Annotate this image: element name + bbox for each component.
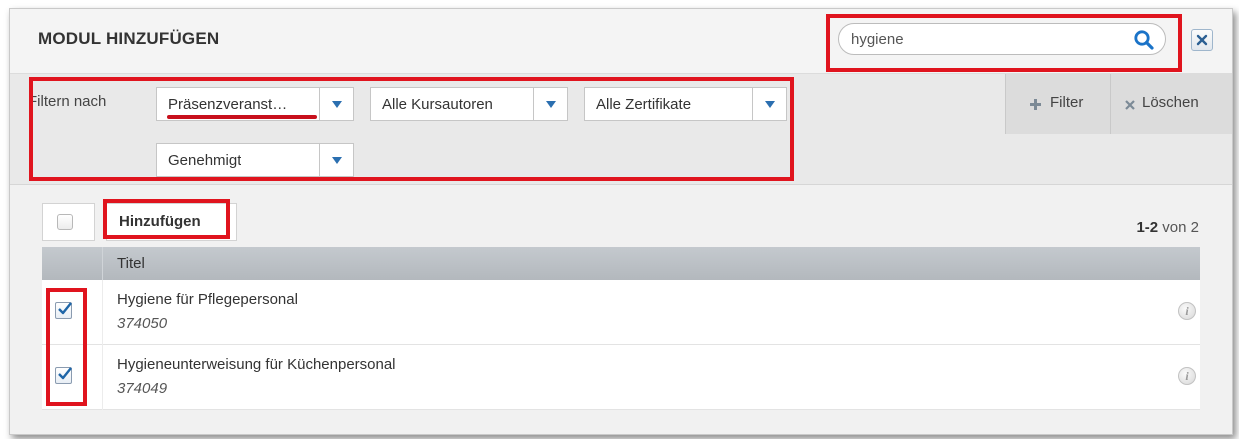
chevron-down-icon xyxy=(319,144,353,176)
certificates-select[interactable]: Alle Zertifikate xyxy=(584,87,787,121)
certificates-value: Alle Zertifikate xyxy=(596,96,692,113)
clear-filters-button[interactable]: Löschen xyxy=(1111,74,1232,134)
add-filter-button[interactable]: Filter xyxy=(1005,74,1111,134)
authors-select[interactable]: Alle Kursautoren xyxy=(370,87,568,121)
annotation-underline xyxy=(167,115,317,119)
event-type-value: Präsenzveranst… xyxy=(168,96,288,113)
row-title: Hygiene für Pflegepersonal xyxy=(117,291,298,308)
pager-range: 1-2 xyxy=(1136,219,1159,236)
add-module-dialog: MODUL HINZUFÜGEN Filtern nach Präsenzver… xyxy=(9,8,1233,435)
chevron-down-icon xyxy=(533,88,567,120)
x-icon xyxy=(1125,100,1135,110)
pagination-info: 1-2 von 2 xyxy=(1136,219,1199,236)
status-select[interactable]: Genehmigt xyxy=(156,143,354,177)
header-select-cell xyxy=(42,247,103,280)
info-icon[interactable]: i xyxy=(1178,367,1196,385)
dialog-title: MODUL HINZUFÜGEN xyxy=(38,29,220,48)
row-select-cell xyxy=(42,345,103,410)
checkmark-icon xyxy=(58,367,72,380)
add-button-label: Hinzufügen xyxy=(119,213,201,230)
info-icon[interactable]: i xyxy=(1178,302,1196,320)
row-id: 374050 xyxy=(117,315,168,332)
dialog-header: MODUL HINZUFÜGEN xyxy=(10,9,1232,74)
status-value: Genehmigt xyxy=(168,152,242,169)
checkbox-box xyxy=(57,214,73,230)
checkmark-icon xyxy=(58,302,72,315)
add-button[interactable]: Hinzufügen xyxy=(106,203,237,241)
plus-icon xyxy=(1030,99,1041,110)
select-all-checkbox[interactable] xyxy=(42,203,95,241)
column-header-title[interactable]: Titel xyxy=(117,255,145,272)
filter-label: Filtern nach xyxy=(28,93,107,110)
add-filter-label: Filter xyxy=(1050,94,1084,111)
search-icon[interactable] xyxy=(1133,29,1155,51)
filter-bar: Filtern nach Präsenzveranst… Alle Kursau… xyxy=(10,74,1232,185)
chevron-down-icon xyxy=(319,88,353,120)
chevron-down-icon xyxy=(752,88,786,120)
row-id: 374049 xyxy=(117,380,168,397)
table-header: Titel xyxy=(42,247,1200,280)
row-title: Hygieneunterweisung für Küchenpersonal xyxy=(117,356,396,373)
clear-filters-label: Löschen xyxy=(1142,94,1199,111)
table-row[interactable]: Hygieneunterweisung für Küchenpersonal 3… xyxy=(42,345,1200,410)
authors-value: Alle Kursautoren xyxy=(382,96,493,113)
row-select-cell xyxy=(42,280,103,345)
search-input[interactable] xyxy=(851,27,1111,51)
search-box[interactable] xyxy=(838,23,1166,55)
row-checkbox[interactable] xyxy=(55,367,72,384)
close-icon[interactable] xyxy=(1191,29,1213,51)
row-checkbox[interactable] xyxy=(55,302,72,319)
table-row[interactable]: Hygiene für Pflegepersonal 374050 i xyxy=(42,280,1200,345)
pager-total: von 2 xyxy=(1162,219,1199,236)
